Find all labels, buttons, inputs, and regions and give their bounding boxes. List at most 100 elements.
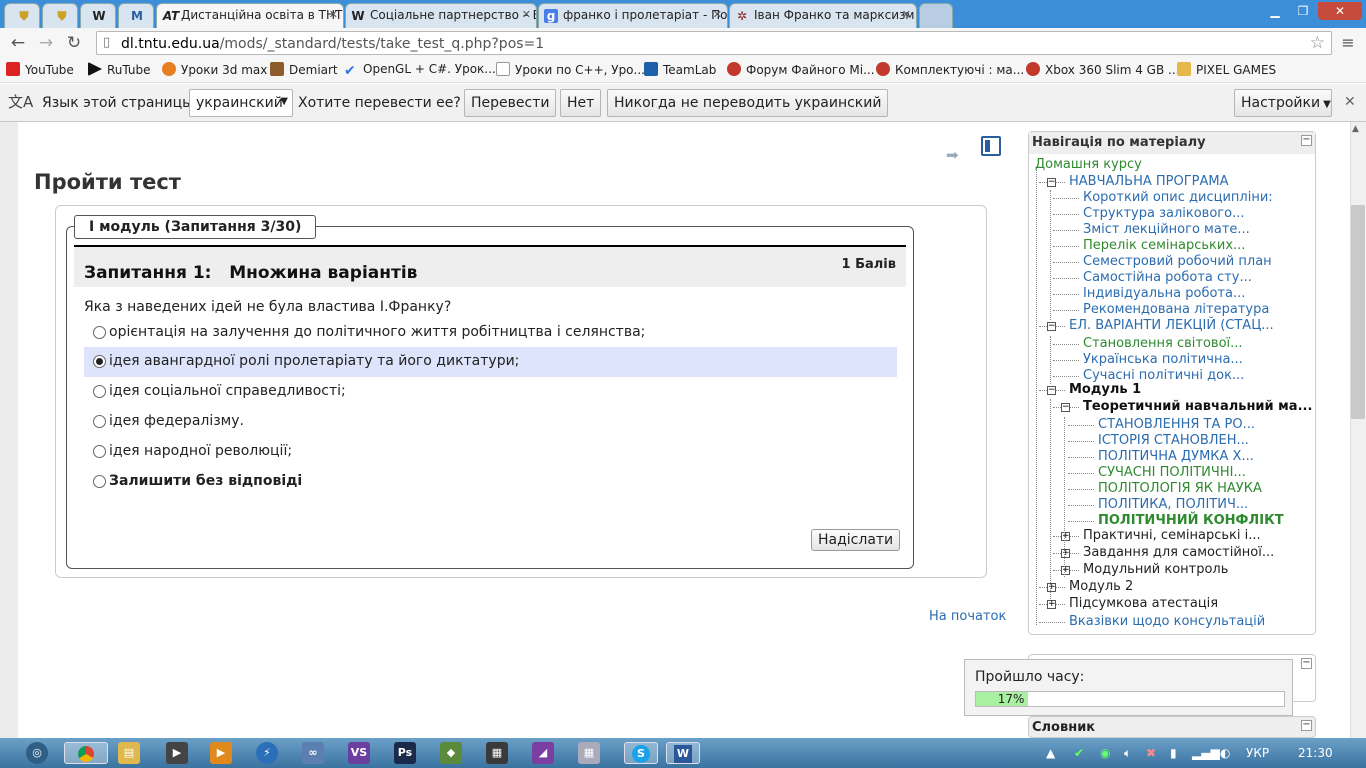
nav-item[interactable]: Завдання для самостійної... [1083, 545, 1274, 560]
nav-item[interactable]: Структура залікового... [1083, 206, 1244, 221]
expand-icon[interactable]: + [1047, 583, 1056, 592]
answer-label[interactable]: ідея народної революції; [109, 443, 292, 459]
skype-icon[interactable]: S [624, 742, 658, 764]
answer-option-2[interactable]: ідея авангардної ролі пролетаріату та йо… [84, 347, 897, 377]
reload-icon[interactable]: ↻ [64, 33, 84, 53]
word-icon[interactable]: W [666, 742, 700, 764]
player-icon[interactable]: ▶ [210, 742, 232, 764]
expand-icon[interactable]: + [1061, 532, 1070, 541]
bookmark-3dmax[interactable]: Уроки 3d max [162, 62, 267, 77]
nav-item[interactable]: Перелік семінарських... [1083, 238, 1245, 253]
nav-item[interactable]: НАВЧАЛЬНА ПРОГРАМА [1069, 174, 1229, 189]
radio-button[interactable] [93, 385, 106, 398]
tab-4[interactable]: M [118, 3, 154, 28]
bookmark-youtube[interactable]: YouTube [6, 62, 74, 77]
close-tab-icon[interactable]: ✕ [713, 8, 722, 21]
bookmark-forum[interactable]: Форум Файного Мі... [727, 62, 875, 77]
submit-button[interactable]: Надіслати [811, 529, 901, 551]
scrollbar-thumb[interactable] [1351, 205, 1365, 419]
nav-item[interactable]: Українська політична... [1083, 352, 1243, 367]
nav-item[interactable]: Рекомендована література [1083, 302, 1269, 317]
nav-item[interactable]: Підсумкова атестація [1069, 596, 1218, 611]
answer-label[interactable]: орієнтація на залучення до політичного ж… [109, 324, 645, 340]
nav-item[interactable]: Модуль 1 [1069, 382, 1141, 397]
bookmark-rutube[interactable]: RuTube [88, 62, 151, 77]
bookmark-pixel-games[interactable]: PIXEL GAMES [1177, 62, 1276, 77]
app-icon[interactable]: ∞ [302, 742, 324, 764]
expand-icon[interactable]: + [1061, 566, 1070, 575]
app-icon[interactable]: ⚡ [256, 742, 278, 764]
collapse-tree-icon[interactable]: − [1047, 322, 1056, 331]
collapse-icon[interactable]: − [1301, 720, 1312, 731]
start-button[interactable]: ◎ [26, 742, 48, 764]
photoshop-icon[interactable]: Ps [394, 742, 416, 764]
nav-item[interactable]: Модульний контроль [1083, 562, 1228, 577]
nav-item[interactable]: Індивідуальна робота... [1083, 286, 1245, 301]
nav-item[interactable]: Сучасні політичні док... [1083, 368, 1244, 383]
menu-icon[interactable]: ≡ [1338, 33, 1358, 52]
forward-icon[interactable]: → [36, 33, 56, 53]
expand-icon[interactable]: + [1047, 600, 1056, 609]
toggle-menu-icon[interactable] [981, 136, 1001, 156]
nav-item[interactable]: СТАНОВЛЕННЯ ТА РО... [1098, 417, 1255, 432]
back-icon[interactable]: ← [8, 33, 28, 53]
nav-item[interactable]: Вказівки щодо консультацій [1069, 614, 1265, 629]
collapse-icon[interactable]: − [1301, 658, 1312, 669]
nav-item[interactable]: Теоретичний навчальний ма... [1083, 399, 1312, 414]
nav-item[interactable]: Модуль 2 [1069, 579, 1133, 594]
radio-button[interactable] [93, 445, 106, 458]
tray-check-icon[interactable]: ✔ [1074, 746, 1084, 760]
battery-icon[interactable]: ▮ [1170, 746, 1177, 760]
answer-option-3[interactable]: ідея соціальної справедливості; [84, 377, 897, 407]
radio-button[interactable] [93, 415, 106, 428]
answer-option-4[interactable]: ідея федералізму. [84, 407, 897, 437]
signal-icon[interactable]: ▂▄▆ [1192, 746, 1220, 760]
nav-item[interactable]: ЕЛ. ВАРІАНТИ ЛЕКЦІЙ (СТАЦ... [1069, 318, 1274, 333]
answer-label[interactable]: ідея соціальної справедливості; [109, 383, 346, 399]
nav-item[interactable]: Практичні, семінарські і... [1083, 528, 1261, 543]
collapse-tree-icon[interactable]: − [1047, 178, 1056, 187]
collapse-tree-icon[interactable]: − [1061, 403, 1070, 412]
minimize-button[interactable]: ▁ [1262, 2, 1288, 20]
translate-settings-button[interactable]: Настройки ▼ [1234, 89, 1332, 117]
collapse-icon[interactable]: − [1301, 135, 1312, 146]
tab-7[interactable]: g франко і пролетаріат - Пошу ✕ [538, 3, 728, 28]
app-icon[interactable]: ▦ [486, 742, 508, 764]
nav-item[interactable]: Семестровий робочий план [1083, 254, 1272, 269]
app-icon[interactable]: ◆ [440, 742, 462, 764]
nav-item[interactable]: СУЧАСНІ ПОЛІТИЧНІ... [1098, 465, 1246, 480]
back-to-top-link[interactable]: На початок [929, 609, 1006, 624]
visual-studio-icon[interactable]: VS [348, 742, 370, 764]
clock[interactable]: 21:30 [1298, 746, 1333, 760]
close-tab-icon[interactable]: ✕ [329, 8, 338, 21]
tray-circle-icon[interactable]: ◉ [1100, 746, 1110, 760]
radio-button[interactable] [93, 326, 106, 339]
maximize-button[interactable]: ❐ [1290, 2, 1316, 20]
nav-item[interactable]: ПОЛІТИЧНА ДУМКА Х... [1098, 449, 1254, 464]
expand-icon[interactable]: + [1061, 549, 1070, 558]
calculator-icon[interactable]: ▦ [578, 742, 600, 764]
no-button[interactable]: Нет [560, 89, 602, 117]
tab-active[interactable]: AT Дистанційна освіта в ТНТ ✕ [156, 3, 344, 28]
media-icon[interactable]: ▶ [166, 742, 188, 764]
tab-3[interactable]: W [80, 3, 116, 28]
nav-item[interactable]: ПОЛІТИЧНИЙ КОНФЛІКТ [1098, 513, 1284, 528]
scroll-up-icon[interactable]: ▲ [1352, 124, 1359, 134]
close-translate-icon[interactable]: ✕ [1344, 94, 1356, 110]
tab-2[interactable]: ⛊ [42, 3, 78, 28]
bookmark-star-icon[interactable]: ☆ [1310, 33, 1325, 53]
app-icon[interactable]: ◢ [532, 742, 554, 764]
volume-icon[interactable]: 🔈︎ [1124, 746, 1131, 761]
close-window-button[interactable]: ✕ [1318, 2, 1362, 20]
arrow-right-icon[interactable]: ➡ [946, 146, 959, 164]
close-tab-icon[interactable]: ✕ [902, 8, 911, 21]
bookmark-komplektuyuchi[interactable]: Комплектуючі : ма... [876, 62, 1024, 77]
answer-label[interactable]: ідея федералізму. [109, 413, 244, 429]
new-tab-button[interactable] [919, 3, 953, 28]
tab-1[interactable]: ⛊ [4, 3, 40, 28]
nav-home-link[interactable]: Домашня курсу [1035, 157, 1142, 172]
explorer-icon[interactable]: ▤ [118, 742, 140, 764]
chrome-taskbar-icon[interactable] [64, 742, 108, 764]
tab-8[interactable]: ✲ Іван Франко та марксизм ✕ [729, 3, 917, 28]
answer-label[interactable]: ідея авангардної ролі пролетаріату та йо… [109, 353, 519, 369]
